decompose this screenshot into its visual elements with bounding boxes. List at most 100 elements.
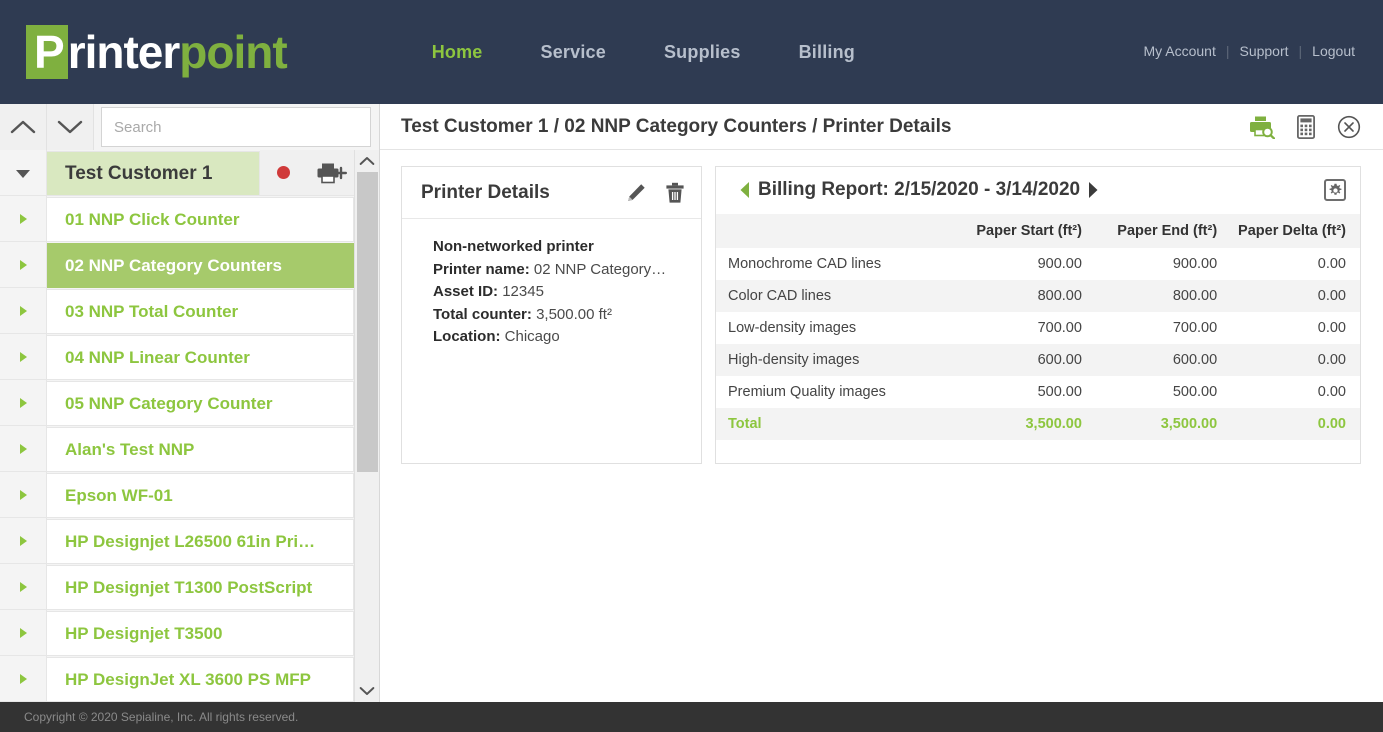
caret-right-icon: [16, 211, 30, 227]
expand-toggle[interactable]: [0, 518, 47, 564]
sidebar-item-label[interactable]: HP DesignJet XL 3600 PS MFP: [47, 657, 354, 702]
table-row: Monochrome CAD lines900.00900.000.00: [716, 248, 1360, 280]
expand-toggle[interactable]: [0, 610, 47, 656]
sidebar-search-wrap: [94, 107, 379, 147]
sidebar-customer-row[interactable]: Test Customer 1: [0, 150, 354, 196]
sidebar-item-3[interactable]: 04 NNP Linear Counter: [0, 334, 354, 380]
billing-report-header: Billing Report: 2/15/2020 - 3/14/2020: [716, 167, 1360, 214]
billing-settings-button[interactable]: [1324, 179, 1346, 201]
nav-item-billing[interactable]: Billing: [799, 42, 855, 63]
next-period-button[interactable]: [1082, 180, 1104, 200]
scrollbar-down-button[interactable]: [355, 680, 379, 702]
sidebar-item-label[interactable]: 01 NNP Click Counter: [47, 197, 354, 242]
expand-toggle[interactable]: [0, 426, 47, 472]
caret-right-icon: [16, 487, 30, 503]
sidebar-item-label[interactable]: 04 NNP Linear Counter: [47, 335, 354, 380]
nav-item-supplies[interactable]: Supplies: [664, 42, 741, 63]
field-label: Asset ID:: [433, 283, 498, 300]
expand-toggle[interactable]: [0, 196, 47, 242]
expand-toggle[interactable]: [0, 380, 47, 426]
expand-toggle[interactable]: [0, 334, 47, 380]
brand-logo[interactable]: Printerpoint: [26, 25, 287, 79]
sidebar-item-label[interactable]: 05 NNP Category Counter: [47, 381, 354, 426]
cell-delta: 0.00: [1231, 248, 1360, 280]
sidebar-item-0[interactable]: 01 NNP Click Counter: [0, 196, 354, 242]
cell-start: 900.00: [954, 248, 1096, 280]
expand-toggle[interactable]: [0, 472, 47, 518]
sidebar-item-7[interactable]: HP Designjet L26500 61in Pri…: [0, 518, 354, 564]
customer-name[interactable]: Test Customer 1: [47, 151, 260, 196]
network-status: Non-networked printer: [433, 236, 687, 259]
main-content: Test Customer 1 / 02 NNP Category Counte…: [380, 104, 1383, 702]
billing-report-title: Billing Report: 2/15/2020 - 3/14/2020: [756, 179, 1082, 201]
table-tail-spacer: [716, 440, 1360, 463]
delete-printer-button[interactable]: [665, 182, 685, 204]
my-account-link[interactable]: My Account: [1143, 43, 1215, 59]
expand-toggle[interactable]: [0, 564, 47, 610]
logo-text-primary: rinter: [68, 25, 180, 79]
sidebar-item-label[interactable]: 02 NNP Category Counters: [47, 243, 354, 288]
expand-toggle[interactable]: [0, 242, 47, 288]
sidebar-scroll-up-button[interactable]: [0, 104, 47, 150]
close-circle-icon: [1337, 115, 1361, 139]
scrollbar-thumb[interactable]: [357, 172, 378, 472]
nav-item-service[interactable]: Service: [541, 42, 606, 63]
sidebar-item-9[interactable]: HP Designjet T3500: [0, 610, 354, 656]
calculator-button[interactable]: [1297, 115, 1315, 139]
cell-end: 500.00: [1096, 376, 1231, 408]
caret-right-icon: [16, 257, 30, 273]
sidebar-item-label[interactable]: Epson WF-01: [47, 473, 354, 518]
sidebar-item-label[interactable]: 03 NNP Total Counter: [47, 289, 354, 334]
search-input[interactable]: [101, 107, 371, 147]
edit-printer-button[interactable]: [625, 182, 647, 204]
expand-toggle[interactable]: [0, 656, 47, 702]
content-header: Test Customer 1 / 02 NNP Category Counte…: [380, 104, 1383, 150]
expand-toggle[interactable]: [0, 288, 47, 334]
top-navigation-bar: Printerpoint Home Service Supplies Billi…: [0, 0, 1383, 104]
customer-status-indicator[interactable]: [260, 150, 307, 196]
cell-label: Premium Quality images: [716, 376, 954, 408]
cell-end: 700.00: [1096, 312, 1231, 344]
printer-details-actions: [625, 182, 685, 204]
billing-table-body: Monochrome CAD lines900.00900.000.00Colo…: [716, 248, 1360, 440]
scrollbar-up-button[interactable]: [355, 150, 379, 172]
logout-link[interactable]: Logout: [1312, 43, 1355, 59]
sidebar-scroll-down-button[interactable]: [47, 104, 94, 150]
add-printer-button[interactable]: [307, 150, 354, 196]
table-total-row: Total3,500.003,500.000.00: [716, 408, 1360, 440]
sidebar-scrollbar[interactable]: [354, 150, 379, 702]
cell-start: 500.00: [954, 376, 1096, 408]
breadcrumb: Test Customer 1 / 02 NNP Category Counte…: [401, 116, 1249, 138]
cell-label: Monochrome CAD lines: [716, 248, 954, 280]
sidebar-item-label[interactable]: HP Designjet L26500 61in Pri…: [47, 519, 354, 564]
sidebar-item-5[interactable]: Alan's Test NNP: [0, 426, 354, 472]
main-navigation: Home Service Supplies Billing: [432, 42, 855, 63]
support-link[interactable]: Support: [1239, 43, 1288, 59]
page-body: Test Customer 1: [0, 104, 1383, 702]
calculator-icon: [1297, 115, 1315, 139]
red-dot-icon: [277, 166, 290, 179]
cell-delta: 0.00: [1231, 376, 1360, 408]
table-row: Color CAD lines800.00800.000.00: [716, 280, 1360, 312]
cell-start: 800.00: [954, 280, 1096, 312]
sidebar-item-6[interactable]: Epson WF-01: [0, 472, 354, 518]
previous-period-button[interactable]: [734, 180, 756, 200]
sidebar-item-label[interactable]: HP Designjet T1300 PostScript: [47, 565, 354, 610]
sidebar-item-2[interactable]: 03 NNP Total Counter: [0, 288, 354, 334]
cell-delta: 0.00: [1231, 280, 1360, 312]
customer-expand-toggle[interactable]: [0, 150, 47, 196]
sidebar-item-label[interactable]: Alan's Test NNP: [47, 427, 354, 472]
printer-search-button[interactable]: [1249, 115, 1275, 139]
sidebar-item-list: 01 NNP Click Counter02 NNP Category Coun…: [0, 196, 354, 702]
sidebar-item-4[interactable]: 05 NNP Category Counter: [0, 380, 354, 426]
sidebar-item-1[interactable]: 02 NNP Category Counters: [0, 242, 354, 288]
cell-label: Color CAD lines: [716, 280, 954, 312]
sidebar-item-8[interactable]: HP Designjet T1300 PostScript: [0, 564, 354, 610]
sidebar-item-10[interactable]: HP DesignJet XL 3600 PS MFP: [0, 656, 354, 702]
scrollbar-track[interactable]: [355, 172, 379, 680]
close-button[interactable]: [1337, 115, 1361, 139]
nav-item-home[interactable]: Home: [432, 42, 483, 63]
sidebar-item-label[interactable]: HP Designjet T3500: [47, 611, 354, 656]
field-value: 12345: [502, 283, 544, 300]
chevron-down-icon: [57, 119, 83, 135]
